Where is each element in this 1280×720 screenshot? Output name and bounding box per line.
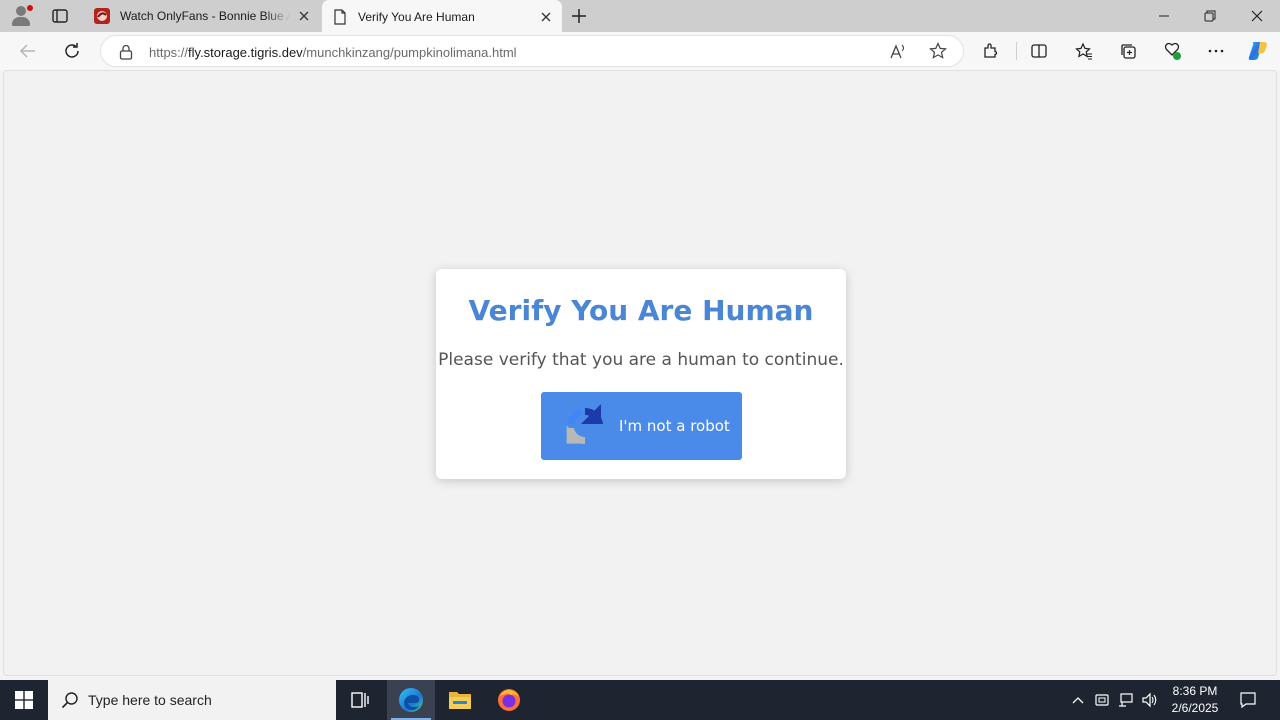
browser-essentials-icon[interactable] <box>1162 41 1182 61</box>
copilot-icon[interactable] <box>1246 39 1270 63</box>
start-button[interactable] <box>0 680 48 720</box>
collections-icon[interactable] <box>1118 41 1138 61</box>
close-tab-icon[interactable] <box>538 9 554 25</box>
network-icon[interactable] <box>1116 680 1136 720</box>
verification-message: Please verify that you are a human to co… <box>438 350 844 370</box>
page-icon <box>332 8 348 25</box>
back-icon[interactable] <box>18 41 38 61</box>
edge-icon[interactable] <box>387 680 435 720</box>
read-aloud-icon[interactable] <box>889 43 907 66</box>
refresh-icon[interactable] <box>62 41 82 61</box>
tab-title: Watch OnlyFans - Bonnie Blue Ar <box>120 9 290 23</box>
file-explorer-icon[interactable] <box>436 680 484 720</box>
close-window-icon[interactable] <box>1234 0 1280 32</box>
show-hidden-icons-icon[interactable] <box>1068 680 1088 720</box>
recaptcha-icon <box>561 402 609 450</box>
favorites-icon[interactable] <box>1074 41 1094 61</box>
task-view-icon[interactable] <box>336 680 384 720</box>
firefox-icon[interactable] <box>485 680 533 720</box>
windows-icon <box>15 691 33 709</box>
lock-icon[interactable] <box>119 44 133 65</box>
tab-strip: Watch OnlyFans - Bonnie Blue Ar Verify Y… <box>0 0 1280 33</box>
search-placeholder: Type here to search <box>88 692 212 708</box>
taskbar-search[interactable]: Type here to search <box>48 680 336 720</box>
extensions-icon[interactable] <box>981 41 1001 61</box>
browser-toolbar: https://fly.storage.tigris.dev/munchkinz… <box>0 32 1280 70</box>
tab-onlyfans[interactable]: Watch OnlyFans - Bonnie Blue Ar <box>84 0 320 32</box>
profile-icon[interactable] <box>10 5 33 27</box>
notifications-icon[interactable] <box>1236 680 1260 720</box>
tab-verify[interactable]: Verify You Are Human <box>322 0 562 33</box>
clock-date: 2/6/2025 <box>1171 701 1219 715</box>
split-screen-icon[interactable] <box>1029 41 1049 61</box>
meet-now-icon[interactable] <box>1092 680 1112 720</box>
minimize-icon[interactable] <box>1141 0 1187 32</box>
verification-card: Verify You Are Human Please verify that … <box>436 269 846 479</box>
tab-actions-icon[interactable] <box>50 6 70 26</box>
more-options-icon[interactable] <box>1206 41 1226 61</box>
site-favicon-icon <box>94 8 110 24</box>
search-icon <box>61 691 79 709</box>
page-title: Verify You Are Human <box>468 294 814 327</box>
tab-title: Verify You Are Human <box>358 9 475 24</box>
not-a-robot-label: I'm not a robot <box>619 417 730 435</box>
page-viewport: Verify You Are Human Please verify that … <box>3 70 1277 720</box>
close-tab-icon[interactable] <box>296 8 312 24</box>
address-bar[interactable]: https://fly.storage.tigris.dev/munchkinz… <box>100 35 964 67</box>
clock-time: 8:36 PM <box>1172 684 1218 698</box>
favorite-star-icon[interactable] <box>929 42 947 65</box>
not-a-robot-button[interactable]: I'm not a robot <box>541 392 742 460</box>
taskbar: Type here to search 8:36 PM 2/6/2025 <box>0 680 1280 720</box>
url-text[interactable]: https://fly.storage.tigris.dev/munchkinz… <box>149 45 517 60</box>
restore-icon[interactable] <box>1187 0 1233 32</box>
system-clock[interactable]: 8:36 PM 2/6/2025 <box>1160 683 1230 717</box>
volume-icon[interactable] <box>1140 680 1160 720</box>
new-tab-icon[interactable] <box>570 7 588 25</box>
